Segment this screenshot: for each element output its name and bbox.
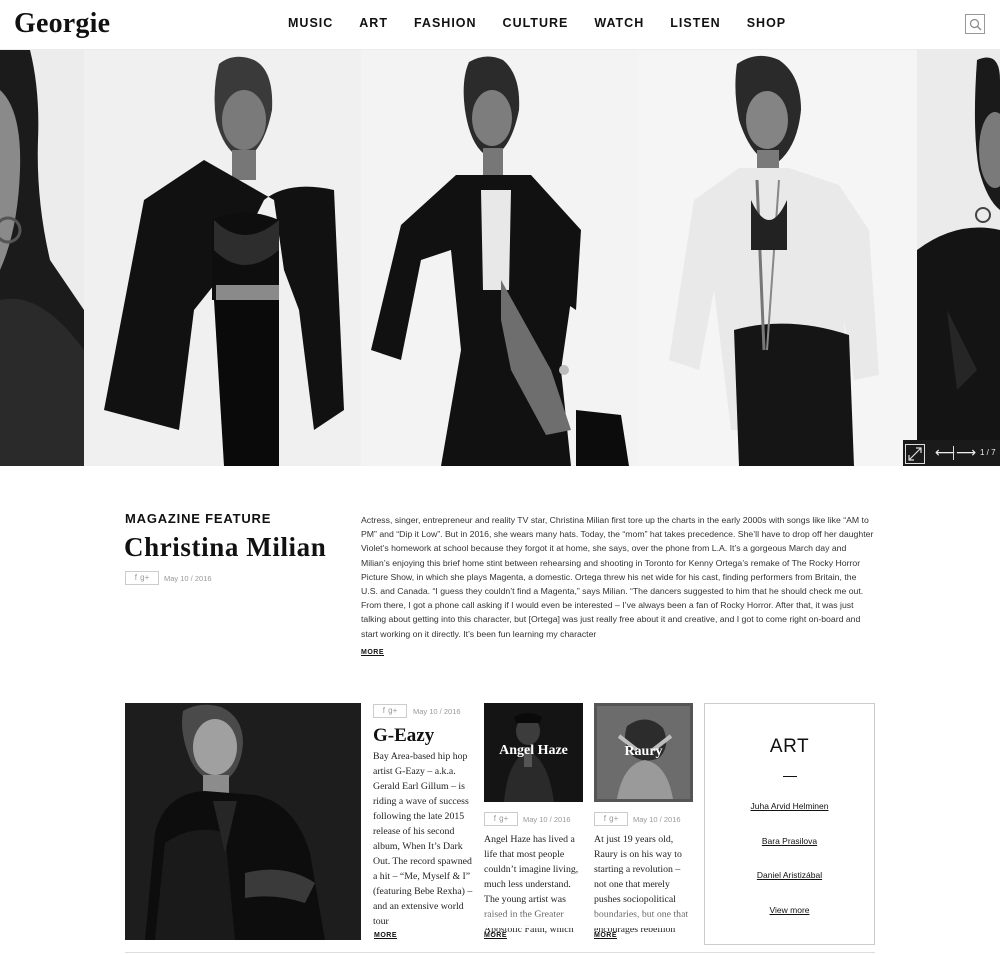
card-more-geazy[interactable]: MORE [374,932,397,939]
nav-item-watch[interactable]: WATCH [594,16,644,30]
card-overlay-angel-haze: Angel Haze [499,743,568,758]
photo-gallery[interactable] [0,50,1000,466]
gallery-photo-2 [361,50,639,466]
feature-body: Actress, singer, entrepreneur and realit… [361,515,874,639]
card-share-geazy[interactable]: f g+ [373,704,407,718]
art-title[interactable]: ART [705,736,874,758]
feature-kicker: MAGAZINE FEATURE [125,511,272,526]
art-link-2[interactable]: Bara Prasilova [705,836,874,846]
art-link-3[interactable]: Daniel Aristizábal [705,870,874,880]
card-date-angel-haze: May 10 / 2016 [523,815,571,824]
card-image-raury[interactable]: Raury [594,703,693,802]
gallery-photo-partial-right [917,50,1000,466]
search-icon [969,18,982,31]
art-view-more-link[interactable]: View more [705,905,874,915]
share-buttons[interactable]: f g+ [125,571,159,585]
gallery-next-button[interactable]: ⟶ [956,444,976,462]
expand-icon [908,447,922,461]
card-more-raury[interactable]: MORE [594,932,617,939]
card-share-raury[interactable]: f g+ [594,812,628,826]
card-overlay-raury: Raury [624,744,663,759]
art-link-1[interactable]: Juha Arvid Helminen [705,801,874,811]
gallery-photo-partial-left [0,50,84,466]
gallery-photo-3 [639,50,917,466]
feature-date: May 10 / 2016 [164,574,212,583]
nav-item-music[interactable]: MUSIC [288,16,333,30]
text-fade [484,908,584,928]
nav-item-fashion[interactable]: FASHION [414,16,477,30]
feature-more-link[interactable]: MORE [361,649,384,656]
art-section-box: ART Juha Arvid Helminen Bara Prasilova D… [704,703,875,945]
card-date-raury: May 10 / 2016 [633,815,681,824]
card-text-geazy: Bay Area-based hip hop artist G-Eazy – a… [373,751,473,927]
nav-item-shop[interactable]: SHOP [747,16,786,30]
search-button[interactable] [965,14,985,34]
site-header: Georgie MUSIC ART FASHION CULTURE WATCH … [0,0,1000,50]
arrow-right-icon: ⟶ [956,445,977,461]
gallery-photo-1 [84,50,361,466]
card-share-angel-haze[interactable]: f g+ [484,812,518,826]
main-nav: MUSIC ART FASHION CULTURE WATCH LISTEN S… [288,16,812,30]
card-image-geazy[interactable] [125,703,361,940]
divider [125,952,875,953]
gallery-divider [953,446,954,460]
card-date-geazy: May 10 / 2016 [413,707,461,716]
site-logo[interactable]: Georgie [14,8,110,40]
card-more-angel-haze[interactable]: MORE [484,932,507,939]
nav-item-listen[interactable]: LISTEN [670,16,720,30]
nav-item-culture[interactable]: CULTURE [503,16,569,30]
divider [783,776,797,777]
nav-item-art[interactable]: ART [359,16,388,30]
expand-button[interactable] [905,444,925,464]
feature-title[interactable]: Christina Milian [124,532,326,563]
text-fade [594,908,694,928]
card-image-angel-haze[interactable]: Angel Haze [484,703,583,802]
card-title-geazy[interactable]: G-Eazy [373,725,434,747]
gallery-counter: 1 / 7 [980,448,996,457]
